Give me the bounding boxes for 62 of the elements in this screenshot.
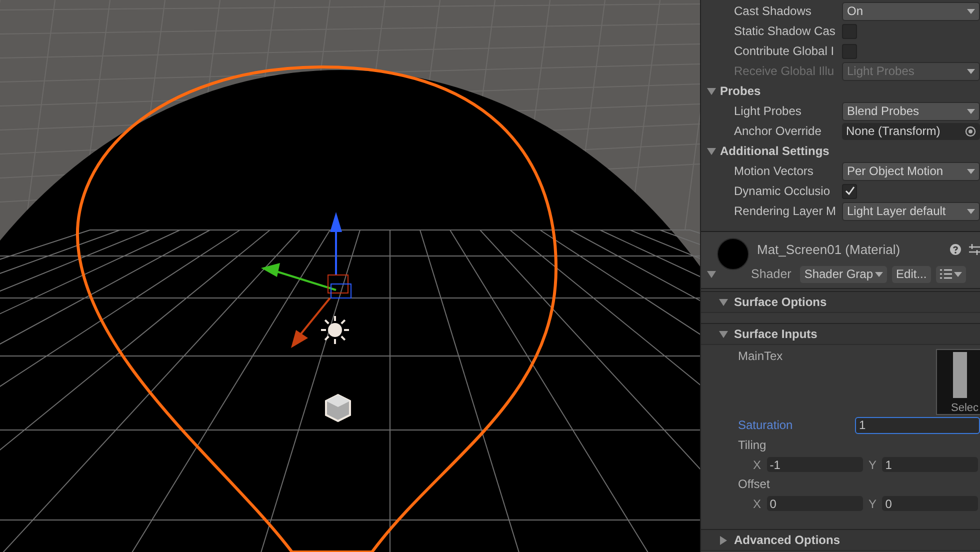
- dropdown[interactable]: On: [842, 2, 980, 20]
- expanded-arrow-icon[interactable]: [719, 330, 728, 338]
- shader-label: Shader: [751, 267, 792, 281]
- property-label: Dynamic Occlusio: [734, 184, 832, 198]
- section-header[interactable]: Surface Options: [734, 295, 827, 309]
- caret-icon: [954, 272, 962, 276]
- collapsed-arrow-icon[interactable]: [719, 536, 728, 544]
- list-icon: [940, 269, 952, 279]
- section-header[interactable]: Probes: [720, 84, 761, 98]
- expanded-arrow-icon[interactable]: [707, 146, 716, 156]
- property-label: Contribute Global I: [734, 44, 836, 58]
- caret-icon: [967, 168, 975, 174]
- number-field[interactable]: 0: [882, 496, 978, 511]
- axis-label: Y: [868, 496, 878, 510]
- caret-icon: [967, 208, 975, 214]
- number-field[interactable]: 1: [882, 457, 978, 472]
- material-preview-icon: [717, 238, 749, 270]
- section-header[interactable]: Advanced Options: [734, 533, 840, 547]
- number-field[interactable]: 1: [855, 416, 980, 434]
- dropdown[interactable]: Light Layer default: [842, 202, 980, 220]
- number-field[interactable]: -1: [766, 457, 862, 472]
- caret-icon: [967, 68, 975, 74]
- property-label: Rendering Layer M: [734, 204, 838, 218]
- property-label: Cast Shadows: [734, 4, 812, 18]
- property-label: Receive Global Illu: [734, 64, 836, 78]
- property-label: MainTex: [738, 349, 783, 365]
- dropdown[interactable]: Per Object Motion: [842, 162, 980, 180]
- cube-icon[interactable]: [325, 394, 351, 422]
- shader-dropdown[interactable]: Shader Grap: [800, 266, 888, 282]
- caret-icon: [967, 108, 975, 114]
- property-label: Anchor Override: [734, 124, 822, 138]
- axis-label: Y: [868, 458, 878, 472]
- target-icon[interactable]: [965, 126, 976, 136]
- checkbox[interactable]: [842, 184, 857, 198]
- property-label: Motion Vectors: [734, 164, 814, 178]
- dropdown[interactable]: Blend Probes: [842, 102, 980, 120]
- number-field[interactable]: 0: [766, 496, 862, 511]
- expanded-arrow-icon[interactable]: [719, 298, 728, 306]
- help-icon[interactable]: [950, 244, 961, 254]
- texture-thumbnail: [953, 352, 967, 398]
- settings-sliders-icon[interactable]: [969, 244, 980, 254]
- list-menu-button[interactable]: [936, 266, 966, 282]
- texture-slot[interactable]: Selec: [936, 349, 980, 415]
- material-title: Mat_Screen01 (Material): [757, 242, 902, 256]
- section-header[interactable]: Additional Settings: [720, 144, 830, 158]
- section-header[interactable]: Surface Inputs: [734, 327, 818, 341]
- sun-icon[interactable]: [321, 316, 349, 344]
- select-label[interactable]: Selec: [951, 402, 979, 414]
- edit-button[interactable]: Edit...: [892, 266, 931, 282]
- property-label: Tiling: [738, 438, 766, 452]
- move-gizmo-drawing[interactable]: [261, 212, 352, 348]
- property-label: Light Probes: [734, 104, 802, 118]
- property-label: Offset: [738, 477, 770, 491]
- caret-icon: [967, 8, 975, 14]
- caret-icon: [875, 272, 884, 276]
- expanded-arrow-icon[interactable]: [707, 270, 716, 278]
- property-label: Static Shadow Cas: [734, 24, 836, 38]
- object-field[interactable]: None (Transform): [842, 122, 980, 140]
- expanded-arrow-icon[interactable]: [707, 86, 716, 96]
- axis-label: X: [753, 496, 762, 510]
- axis-label: X: [753, 458, 762, 472]
- property-label: Saturation: [738, 418, 793, 432]
